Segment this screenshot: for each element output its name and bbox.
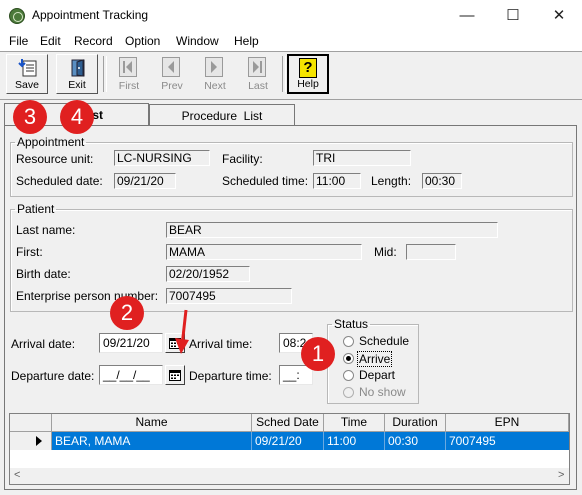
annotation-arrow-overlay [175, 309, 189, 354]
annotation-badge-2: 2 [110, 296, 144, 330]
annotation-arrowhead [175, 338, 189, 354]
annotation-badge-4: 4 [60, 100, 94, 134]
annotation-badge-1: 1 [301, 337, 335, 371]
annotation-badge-3: 3 [13, 100, 47, 134]
